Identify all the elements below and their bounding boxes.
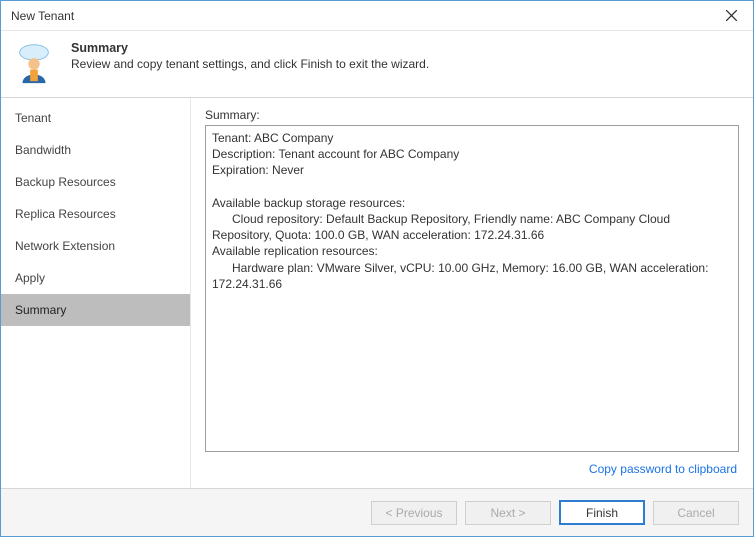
wizard-body: Tenant Bandwidth Backup Resources Replic… bbox=[1, 98, 753, 488]
wizard-sidebar: Tenant Bandwidth Backup Resources Replic… bbox=[1, 98, 191, 488]
summary-label: Summary: bbox=[205, 108, 739, 122]
wizard-content: Summary: Tenant: ABC Company Description… bbox=[191, 98, 753, 488]
nav-bandwidth[interactable]: Bandwidth bbox=[1, 134, 190, 166]
next-button: Next > bbox=[465, 501, 551, 525]
copy-link-row: Copy password to clipboard bbox=[205, 452, 739, 482]
finish-button[interactable]: Finish bbox=[559, 500, 645, 525]
titlebar: New Tenant bbox=[1, 1, 753, 31]
cancel-button: Cancel bbox=[653, 501, 739, 525]
window-title: New Tenant bbox=[11, 9, 74, 23]
close-icon bbox=[726, 10, 737, 21]
wizard-header: Summary Review and copy tenant settings,… bbox=[1, 31, 753, 98]
wizard-footer: < Previous Next > Finish Cancel bbox=[1, 488, 753, 536]
nav-backup-resources[interactable]: Backup Resources bbox=[1, 166, 190, 198]
previous-button: < Previous bbox=[371, 501, 457, 525]
wizard-window: New Tenant Summary Review and copy tenan… bbox=[0, 0, 754, 537]
nav-tenant[interactable]: Tenant bbox=[1, 102, 190, 134]
close-button[interactable] bbox=[709, 2, 753, 30]
nav-apply[interactable]: Apply bbox=[1, 262, 190, 294]
header-text: Summary Review and copy tenant settings,… bbox=[71, 39, 429, 71]
nav-replica-resources[interactable]: Replica Resources bbox=[1, 198, 190, 230]
header-subtitle: Review and copy tenant settings, and cli… bbox=[71, 57, 429, 71]
nav-network-extension[interactable]: Network Extension bbox=[1, 230, 190, 262]
summary-textbox[interactable]: Tenant: ABC Company Description: Tenant … bbox=[205, 125, 739, 452]
nav-summary[interactable]: Summary bbox=[1, 294, 190, 326]
copy-password-link[interactable]: Copy password to clipboard bbox=[589, 462, 737, 476]
tenant-icon bbox=[11, 39, 57, 85]
header-title: Summary bbox=[71, 41, 429, 55]
